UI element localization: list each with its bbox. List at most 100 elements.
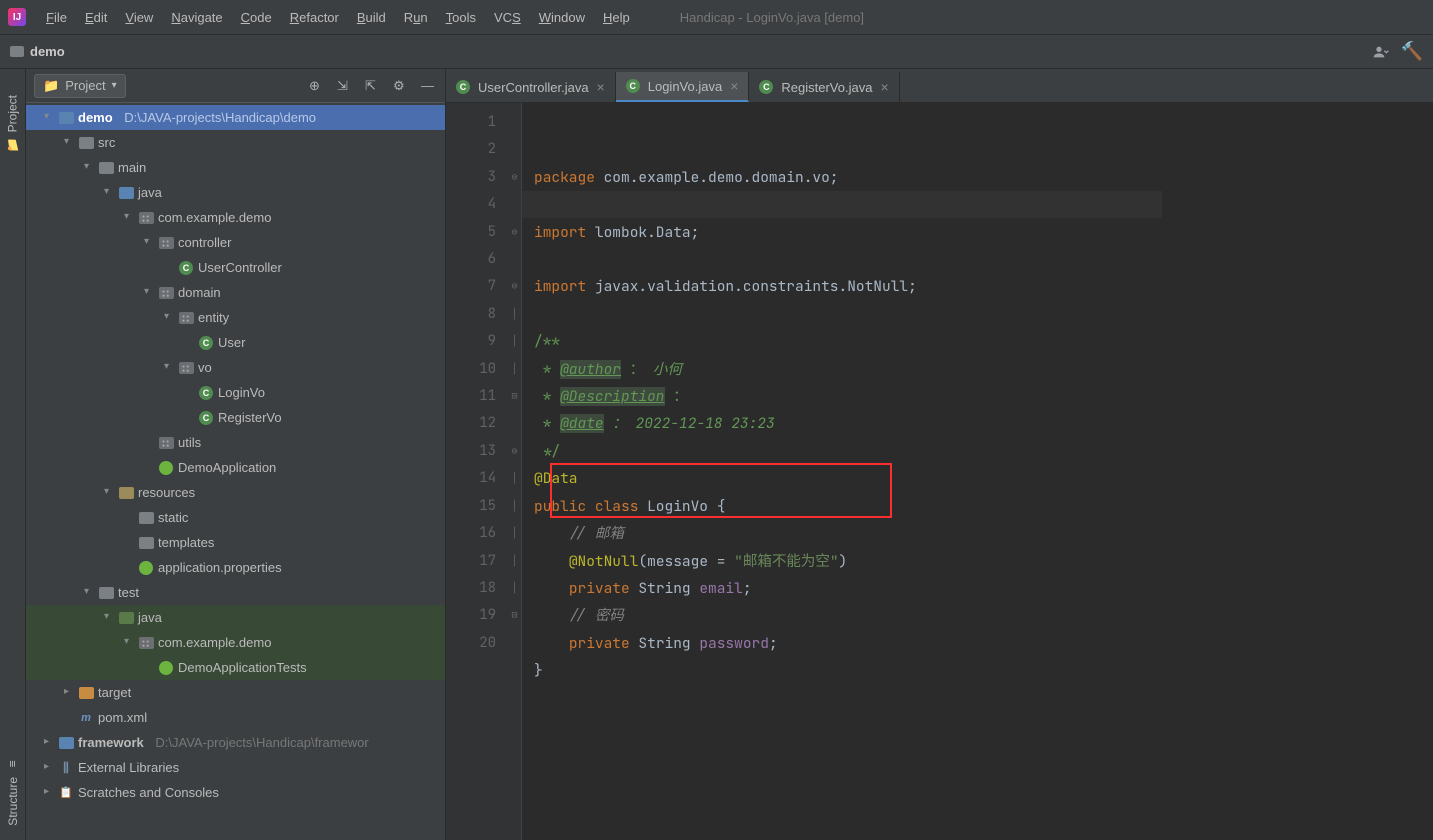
tab-label: UserController.java — [478, 80, 589, 95]
tree-node-domain[interactable]: domain — [26, 280, 445, 305]
project-tool-tab[interactable]: 📁Project — [3, 89, 22, 158]
tree-node-external-libraries[interactable]: ⫼ External Libraries — [26, 755, 445, 780]
class-icon: C — [626, 79, 640, 93]
tree-label: RegisterVo — [218, 410, 282, 425]
menu-edit[interactable]: Edit — [77, 6, 115, 29]
tree-node-test[interactable]: test — [26, 580, 445, 605]
class-icon: C — [759, 80, 773, 94]
tree-node-framework[interactable]: framework D:\JAVA-projects\Handicap\fram… — [26, 730, 445, 755]
tab-registervo[interactable]: C RegisterVo.java × — [749, 72, 899, 102]
collapse-icon[interactable]: ⇱ — [365, 78, 381, 94]
editor-body[interactable]: 1234567891011121314151617181920 ⊖ ⊖ ⊖│││… — [446, 103, 1433, 840]
tree-node-demotests[interactable]: DemoApplicationTests — [26, 655, 445, 680]
gear-icon[interactable]: ⚙ — [393, 78, 409, 94]
project-tree[interactable]: demo D:\JAVA-projects\Handicap\demo src … — [26, 103, 445, 840]
tree-path: D:\JAVA-projects\Handicap\demo — [124, 110, 316, 125]
tree-label: target — [98, 685, 131, 700]
folder-icon — [99, 587, 114, 599]
package-icon — [159, 287, 174, 299]
tree-node-demoapplication[interactable]: DemoApplication — [26, 455, 445, 480]
project-view-selector[interactable]: 📁 Project ▾ — [34, 74, 126, 98]
tree-node-demo-root[interactable]: demo D:\JAVA-projects\Handicap\demo — [26, 105, 445, 130]
close-icon[interactable]: × — [730, 78, 738, 94]
tree-node-test-java[interactable]: java — [26, 605, 445, 630]
menu-refactor[interactable]: Refactor — [282, 6, 347, 29]
tree-node-pom[interactable]: mpom.xml — [26, 705, 445, 730]
fold-gutter[interactable]: ⊖ ⊖ ⊖│││⊟ ⊖│││││⊟ — [508, 103, 522, 840]
tree-node-appprops[interactable]: application.properties — [26, 555, 445, 580]
tree-label: utils — [178, 435, 201, 450]
tree-node-scratches[interactable]: 📋Scratches and Consoles — [26, 780, 445, 805]
tree-node-java[interactable]: java — [26, 180, 445, 205]
hide-icon[interactable]: — — [421, 78, 437, 94]
folder-icon — [79, 137, 94, 149]
maven-icon: m — [78, 711, 94, 725]
tree-node-src[interactable]: src — [26, 130, 445, 155]
tree-node-loginvo[interactable]: C LoginVo — [26, 380, 445, 405]
expand-icon[interactable]: ⇲ — [337, 78, 353, 94]
spring-icon — [139, 561, 153, 575]
tree-label: test — [118, 585, 139, 600]
folder-icon — [139, 512, 154, 524]
menu-vcs[interactable]: VCS — [486, 6, 529, 29]
tree-label: java — [138, 185, 162, 200]
tab-usercontroller[interactable]: C UserController.java × — [446, 72, 616, 102]
tree-label: UserController — [198, 260, 282, 275]
library-icon: ⫼ — [58, 761, 74, 775]
tree-node-usercontroller[interactable]: C UserController — [26, 255, 445, 280]
editor-area: C UserController.java × C LoginVo.java ×… — [446, 69, 1433, 840]
menu-build[interactable]: Build — [349, 6, 394, 29]
class-icon: C — [456, 80, 470, 94]
folder-icon — [139, 537, 154, 549]
tree-node-test-package[interactable]: com.example.demo — [26, 630, 445, 655]
build-icon[interactable]: 🔨 — [1401, 41, 1423, 62]
tree-node-controller[interactable]: controller — [26, 230, 445, 255]
tree-label: demo — [78, 110, 113, 125]
source-folder-icon — [119, 187, 134, 199]
project-view-label: Project — [65, 78, 105, 93]
tree-label: application.properties — [158, 560, 282, 575]
close-icon[interactable]: × — [880, 79, 888, 95]
menu-view[interactable]: View — [117, 6, 161, 29]
tree-node-package[interactable]: com.example.demo — [26, 205, 445, 230]
menu-window[interactable]: Window — [531, 6, 593, 29]
breadcrumb[interactable]: demo — [10, 44, 65, 59]
tree-node-registervo[interactable]: CRegisterVo — [26, 405, 445, 430]
tree-node-utils[interactable]: utils — [26, 430, 445, 455]
tree-label: Scratches and Consoles — [78, 785, 219, 800]
tree-node-entity[interactable]: entity — [26, 305, 445, 330]
tree-node-vo[interactable]: vo — [26, 355, 445, 380]
folder-icon: 📁 — [43, 78, 59, 94]
menu-navigate[interactable]: Navigate — [163, 6, 230, 29]
menu-help[interactable]: Help — [595, 6, 638, 29]
project-panel: 📁 Project ▾ ⊕ ⇲ ⇱ ⚙ — demo D:\JAVA-proje… — [26, 69, 446, 840]
resources-folder-icon — [119, 487, 134, 499]
tree-node-templates[interactable]: templates — [26, 530, 445, 555]
tree-node-static[interactable]: static — [26, 505, 445, 530]
menu-code[interactable]: Code — [233, 6, 280, 29]
class-icon: C — [199, 386, 213, 400]
tree-label: External Libraries — [78, 760, 179, 775]
class-icon: C — [199, 336, 213, 350]
menu-tools[interactable]: Tools — [438, 6, 484, 29]
line-number-gutter[interactable]: 1234567891011121314151617181920 — [446, 103, 508, 840]
locate-icon[interactable]: ⊕ — [309, 78, 325, 94]
tree-node-resources[interactable]: resources — [26, 480, 445, 505]
folder-icon — [99, 162, 114, 174]
menu-run[interactable]: Run — [396, 6, 436, 29]
menu-file[interactable]: File — [38, 6, 75, 29]
tree-node-user[interactable]: CUser — [26, 330, 445, 355]
tree-label: DemoApplicationTests — [178, 660, 307, 675]
code-area[interactable]: package com.example.demo.domain.vo; impo… — [522, 103, 1433, 840]
class-icon: C — [179, 261, 193, 275]
tree-node-target[interactable]: target — [26, 680, 445, 705]
tab-loginvo[interactable]: C LoginVo.java × — [616, 72, 750, 102]
structure-tool-tab[interactable]: Structure ≡ — [4, 751, 22, 832]
close-icon[interactable]: × — [597, 79, 605, 95]
tree-label: src — [98, 135, 115, 150]
editor-tabs: C UserController.java × C LoginVo.java ×… — [446, 69, 1433, 103]
tree-label: LoginVo — [218, 385, 265, 400]
tree-node-main[interactable]: main — [26, 155, 445, 180]
user-icon[interactable] — [1373, 44, 1389, 60]
tree-label: vo — [198, 360, 212, 375]
